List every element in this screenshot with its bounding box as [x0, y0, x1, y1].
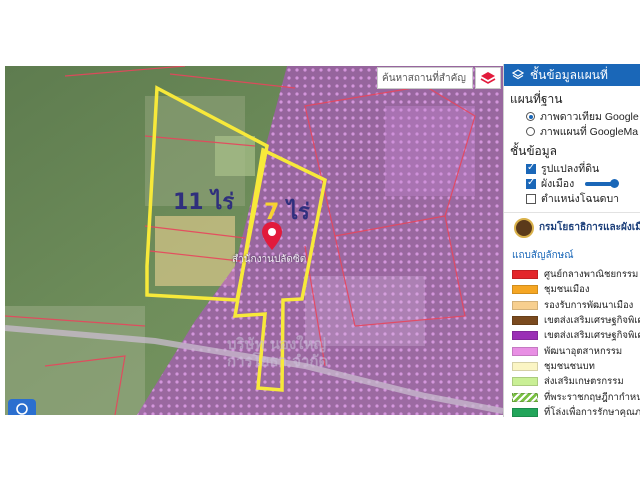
legend-list: ศูนย์กลางพาณิชยกรรมชุมชนเมืองรองรับการพั… — [504, 267, 640, 417]
checkbox-checked[interactable] — [526, 177, 536, 189]
opacity-slider[interactable] — [585, 178, 620, 188]
legend-item: เขตส่งเสริมเศรษฐกิจพิเศษ — [504, 313, 640, 328]
place-search-input[interactable]: ค้นหาสถานที่สำคัญ — [377, 67, 473, 89]
legend-label: ชุมชนชนบท — [544, 360, 595, 372]
checkbox-unchecked[interactable] — [526, 193, 536, 204]
layer-option-label: ตำแหน่งโฉนดบา — [541, 193, 620, 205]
legend-swatch — [512, 377, 538, 387]
base-map-section: แผนที่ฐาน ภาพดาวเทียม Google ภาพแผนที่ G… — [504, 86, 640, 206]
layers-icon — [480, 72, 496, 84]
legend-item: เขตส่งเสริมเศรษฐกิจพิเศษ — [504, 328, 640, 343]
place-label: สำนักงานปลัดซิต — [232, 254, 307, 265]
legend-swatch — [512, 331, 538, 341]
department-banner: กรมโยธาธิการและผังเมื — [504, 212, 640, 242]
radio-unselected[interactable] — [526, 127, 535, 136]
green-field — [215, 136, 255, 176]
plot-size-unit: ไร่ — [286, 200, 310, 225]
legend-item: พัฒนาอุตสาหกรรม — [504, 343, 640, 358]
legend-label: ที่โล่งเพื่อการรักษาคุณภาพสิ่ง — [544, 406, 640, 417]
legend-label: เขตส่งเสริมเศรษฐกิจพิเศษ — [544, 315, 640, 327]
legend-label: เขตส่งเสริมเศรษฐกิจพิเศษ — [544, 330, 640, 342]
layer-option-cityplan[interactable]: ผังเมือง — [510, 176, 640, 191]
legend-swatch — [512, 300, 538, 310]
base-option-googlemap[interactable]: ภาพแผนที่ GoogleMa — [510, 124, 640, 139]
base-option-label: ภาพแผนที่ GoogleMa — [540, 126, 639, 138]
legend-label: ที่พระราชกฤษฎีกากำหนดให้ — [544, 391, 640, 403]
legend-item: ส่งเสริมเกษตรกรรม — [504, 374, 640, 389]
locate-button[interactable] — [8, 399, 36, 415]
checkbox-checked[interactable] — [526, 162, 536, 174]
legend-swatch — [512, 407, 538, 417]
field-area — [155, 216, 235, 286]
base-map-title: แผนที่ฐาน — [510, 92, 563, 106]
legend-item: ชุมชนเมือง — [504, 282, 640, 297]
slider-knob[interactable] — [610, 178, 620, 188]
legend-swatch — [512, 361, 538, 371]
department-name: กรมโยธาธิการและผังเมื — [539, 222, 640, 233]
watermark-line: บริษัท นองใหญ่ — [227, 335, 327, 353]
legend-item: ชุมชนชนบท — [504, 359, 640, 374]
legend-label: ศูนย์กลางพาณิชยกรรม — [544, 269, 639, 281]
map-pin-icon[interactable] — [261, 221, 283, 255]
layers-icon — [512, 69, 524, 80]
zone-building-block — [385, 106, 475, 196]
legend-swatch — [512, 270, 538, 280]
base-option-satellite[interactable]: ภาพดาวเทียม Google — [510, 109, 640, 124]
legend-label: พัฒนาอุตสาหกรรม — [544, 345, 623, 357]
data-layers-title: ชั้นข้อมูล — [510, 144, 558, 158]
legend-item: ศูนย์กลางพาณิชยกรรม — [504, 267, 640, 282]
legend-title: แถบสัญลักษณ์ — [512, 250, 574, 261]
plot-label-11-rai: 11 ไร่ — [173, 184, 234, 219]
department-logo — [514, 217, 534, 238]
legend-label: ส่งเสริมเกษตรกรรม — [544, 376, 624, 388]
layers-button[interactable] — [475, 67, 501, 89]
layer-panel: ชั้นข้อมูลแผนที่ แผนที่ฐาน ภาพดาวเทียม G… — [503, 64, 640, 417]
locate-icon — [16, 403, 28, 415]
legend-label: ชุมชนเมือง — [544, 284, 590, 296]
radio-selected[interactable] — [526, 112, 535, 121]
legend-label: รองรับการพัฒนาเมือง — [544, 299, 634, 311]
watermark-line: การโยธา จำกัด — [227, 352, 329, 370]
legend-item: รองรับการพัฒนาเมือง — [504, 298, 640, 313]
legend-item: ที่พระราชกฤษฎีกากำหนดให้ — [504, 389, 640, 404]
watermark: บริษัท นองใหญ่ การโยธา จำกัด — [227, 336, 328, 370]
panel-header: ชั้นข้อมูลแผนที่ — [504, 64, 640, 86]
plot-size-number: 11 — [173, 190, 204, 215]
legend-swatch — [512, 316, 538, 326]
map-view[interactable]: 11 ไร่ 7 ไร่ สำนักงานปลัดซิต บริษัท นองใ… — [5, 66, 503, 415]
layer-option-parcels[interactable]: รูปแปลงที่ดิน — [510, 161, 640, 176]
screenshot-stage: 11 ไร่ 7 ไร่ สำนักงานปลัดซิต บริษัท นองใ… — [0, 0, 640, 480]
legend-swatch — [512, 346, 538, 356]
plot-size-unit: ไร่ — [211, 190, 235, 215]
legend-item: ที่โล่งเพื่อการรักษาคุณภาพสิ่ง — [504, 405, 640, 417]
legend-swatch — [512, 285, 538, 295]
legend-swatch — [512, 392, 538, 402]
panel-title: ชั้นข้อมูลแผนที่ — [530, 67, 608, 82]
layer-option-deeds[interactable]: ตำแหน่งโฉนดบา — [510, 191, 640, 206]
